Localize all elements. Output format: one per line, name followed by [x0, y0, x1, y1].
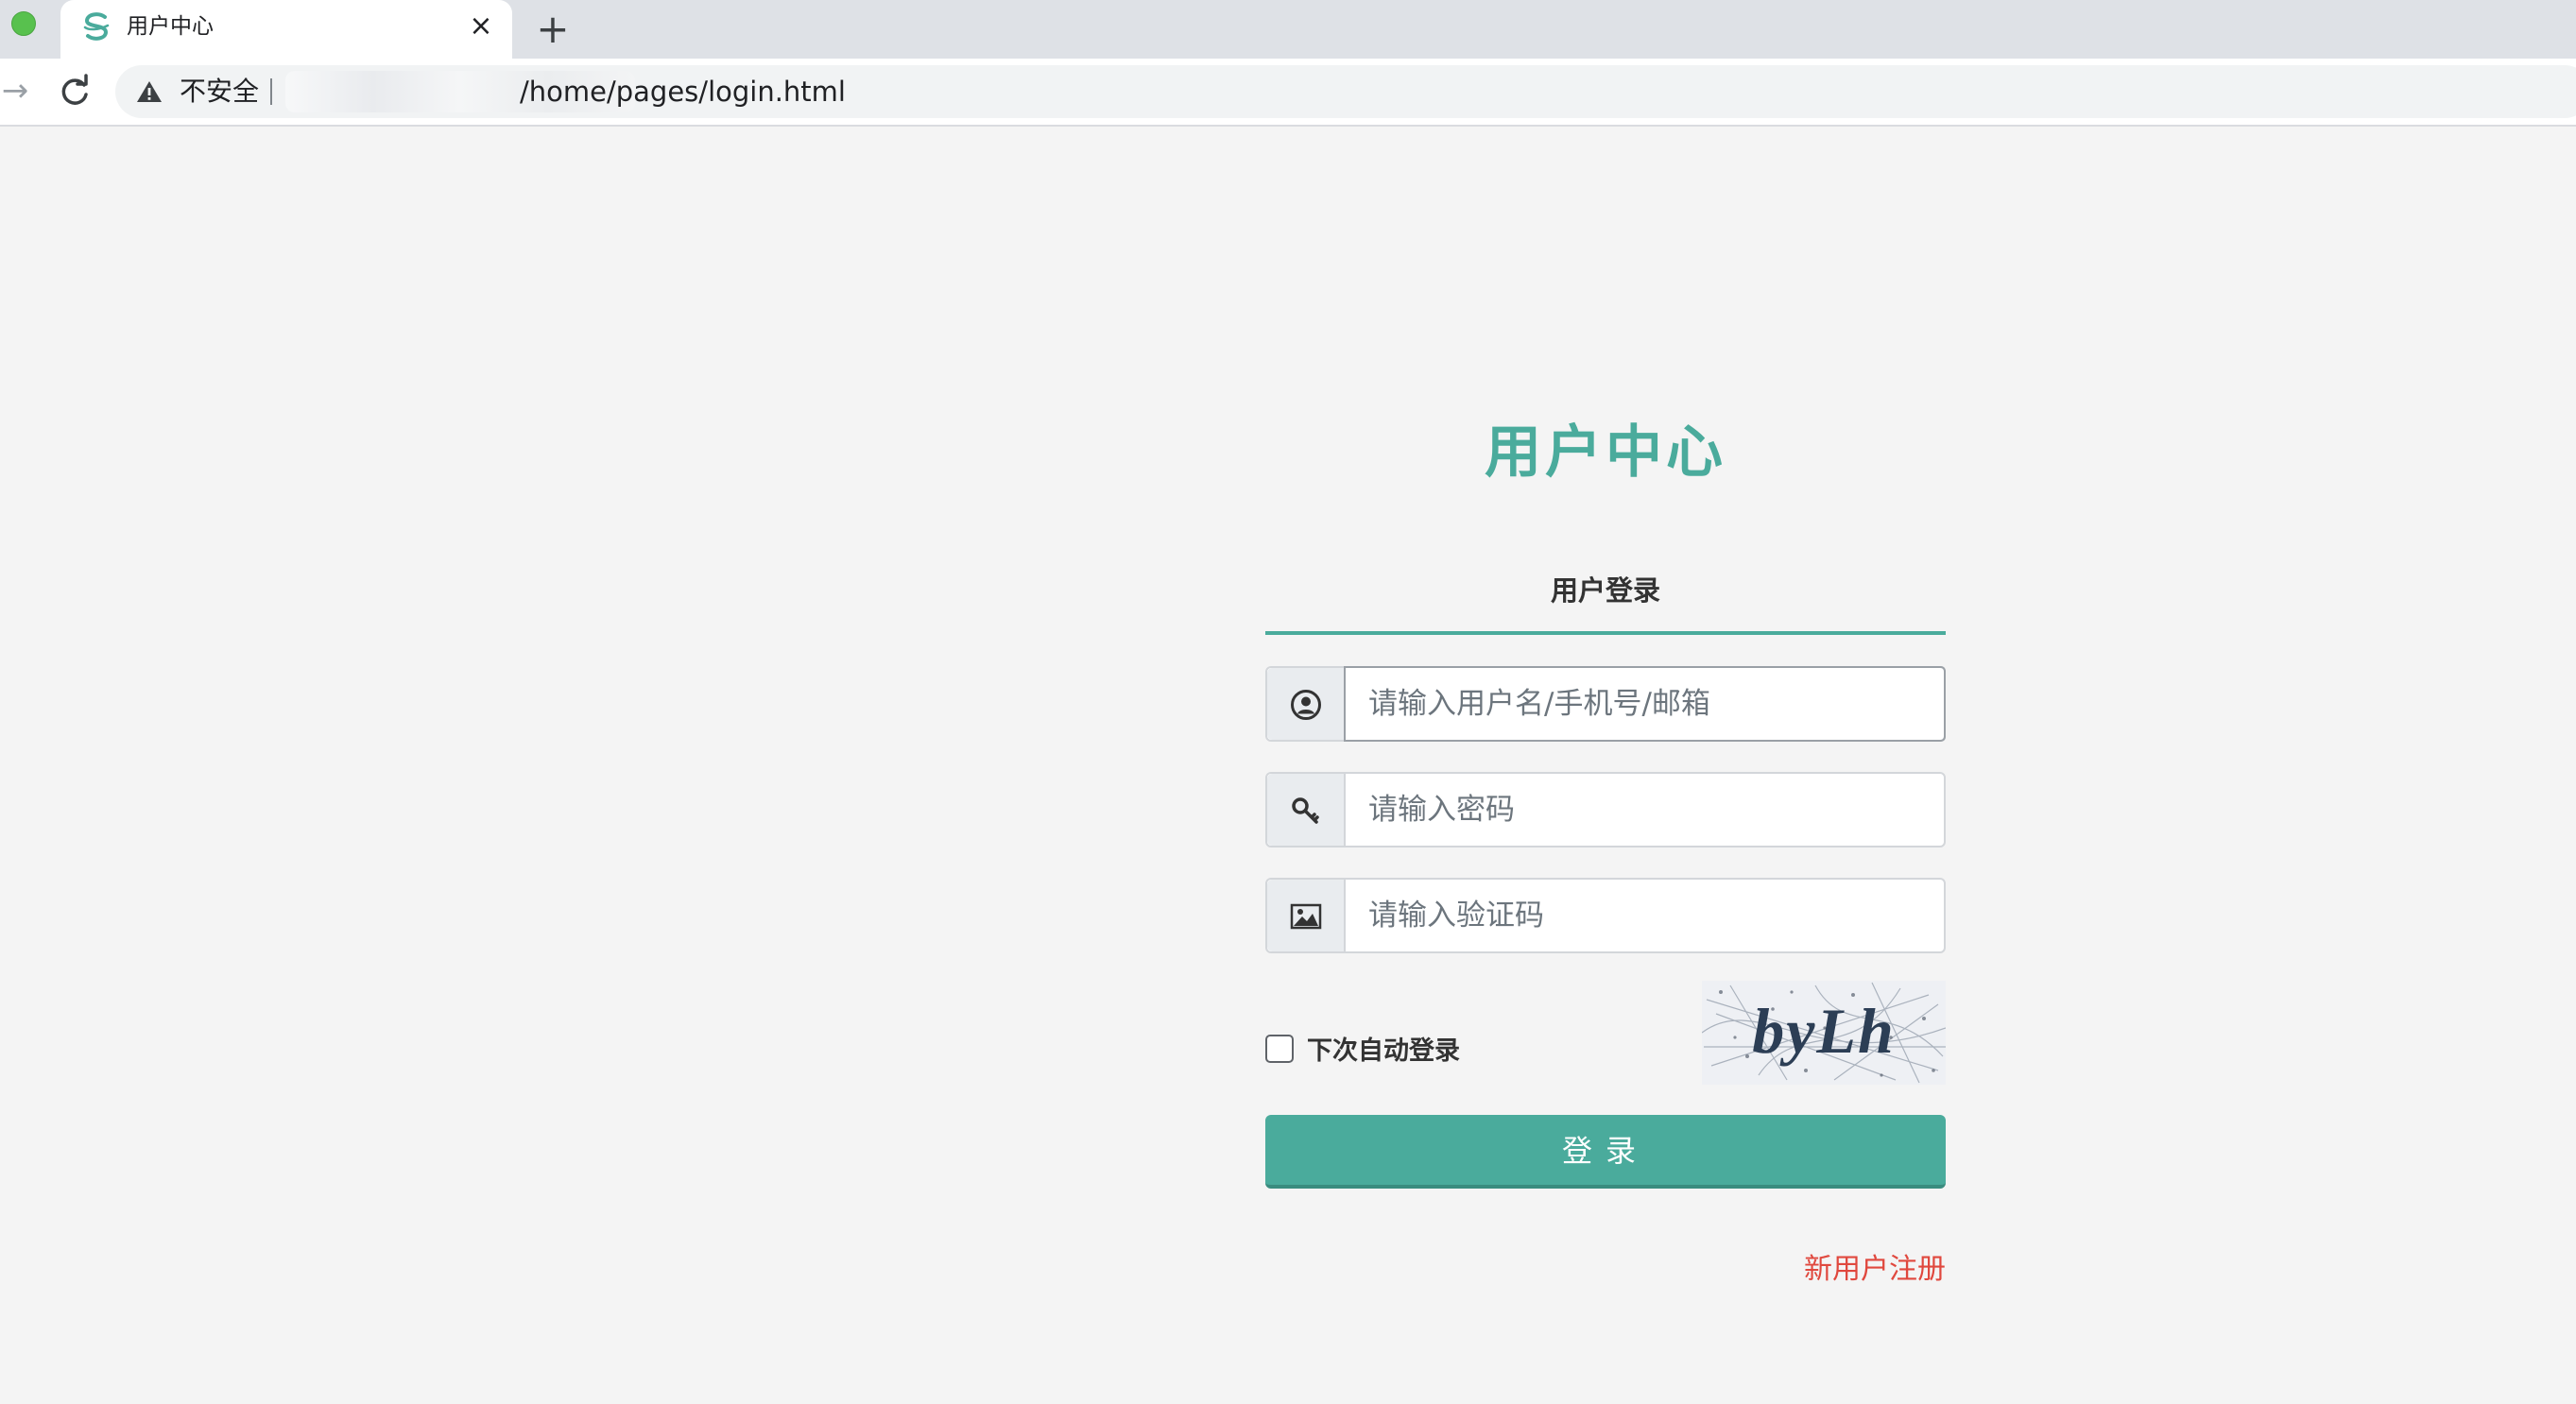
user-circle-icon [1291, 690, 1321, 720]
security-status-label[interactable]: 不安全 [180, 65, 259, 118]
tab-title: 用户中心 [127, 14, 214, 39]
address-bar[interactable]: 不安全 /home/pages/login.html [115, 65, 2576, 118]
warning-triangle-icon [137, 81, 162, 102]
login-button[interactable]: 登录 [1265, 1115, 1946, 1189]
tab-user-login[interactable]: 用户登录 [1265, 567, 1946, 635]
page-title: 用户中心 [1485, 419, 1726, 486]
password-addon [1267, 774, 1346, 846]
captcha-addon [1267, 880, 1346, 951]
captcha-text: byLh [1752, 995, 1896, 1067]
password-input-group [1265, 772, 1946, 848]
captcha-input-group [1265, 878, 1946, 953]
password-input[interactable] [1346, 774, 1942, 846]
username-addon [1267, 668, 1346, 740]
site-favicon-icon [83, 12, 110, 41]
key-icon [1292, 797, 1319, 824]
address-divider [270, 78, 272, 105]
forward-arrow-icon[interactable]: → [0, 72, 34, 110]
remember-label[interactable]: 下次自动登录 [1307, 1035, 1460, 1069]
reload-icon[interactable] [55, 72, 94, 111]
window-maximize-button[interactable] [11, 11, 36, 36]
image-icon [1290, 903, 1322, 930]
remember-checkbox[interactable] [1265, 1035, 1294, 1063]
url-path[interactable]: /home/pages/login.html [520, 65, 846, 118]
browser-tab-bar: 用户中心 × + [0, 0, 2576, 59]
username-input[interactable] [1344, 666, 1946, 742]
captcha-input[interactable] [1346, 880, 1942, 951]
browser-toolbar: → 不安全 /home/pages/login.html [0, 59, 2576, 127]
register-link[interactable]: 新用户注册 [1757, 1245, 1946, 1287]
captcha-image[interactable]: byLh [1702, 981, 1946, 1085]
new-tab-button[interactable]: + [531, 8, 575, 51]
browser-tab[interactable]: 用户中心 × [60, 0, 512, 59]
close-tab-icon[interactable]: × [465, 10, 497, 43]
username-input-group [1265, 666, 1946, 742]
